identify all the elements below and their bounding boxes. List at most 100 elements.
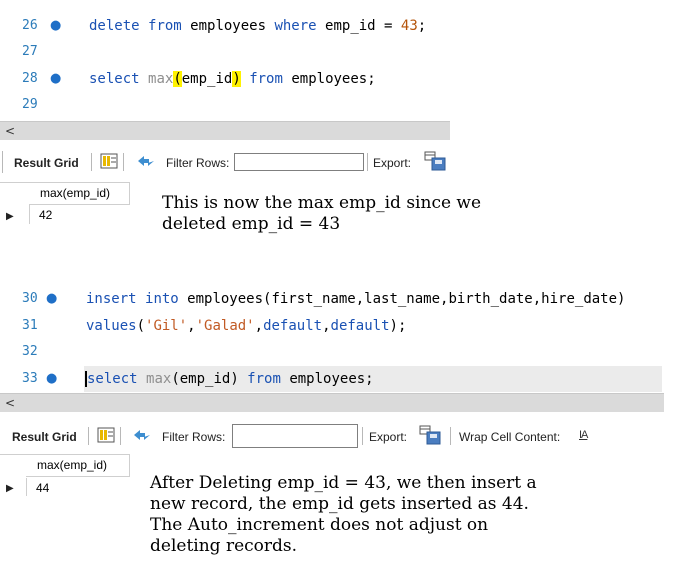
- filter-rows-input[interactable]: [232, 424, 358, 448]
- toolbar-separator: [367, 153, 368, 171]
- grid-cell-value[interactable]: 42: [29, 206, 130, 224]
- form-editor-icon[interactable]: [100, 152, 118, 173]
- toolbar-separator: [88, 427, 89, 445]
- code-token: into: [145, 291, 179, 307]
- code-token: emp_id: [181, 71, 233, 87]
- note-line: new record, the emp_id gets inserted as …: [150, 494, 529, 514]
- filter-rows-label: Filter Rows:: [162, 430, 226, 444]
- code-token: employees;: [282, 71, 376, 87]
- line-number: 26: [22, 18, 38, 33]
- line-number: 29: [22, 97, 38, 112]
- filter-rows-input[interactable]: [234, 153, 364, 171]
- filter-rows-label: Filter Rows:: [166, 156, 230, 170]
- code-token: from: [249, 71, 283, 87]
- code-token: from: [148, 18, 182, 34]
- result-grid-top: max(emp_id) ▶ 42: [0, 182, 140, 234]
- grid-divider: [29, 205, 30, 216]
- code-token: ,: [322, 318, 331, 334]
- code-token: ,: [187, 318, 196, 334]
- wrap-cell-content-label: Wrap Cell Content:: [459, 430, 561, 444]
- toolbar-separator: [91, 153, 92, 171]
- code-token: values: [86, 318, 137, 334]
- toolbar-separator: [120, 427, 121, 445]
- statement-marker-icon[interactable]: ●: [46, 370, 57, 388]
- annotation-note-2: After Deleting emp_id = 43, we then inse…: [150, 473, 670, 557]
- line-number: 33: [22, 371, 38, 386]
- code-token: );: [389, 318, 407, 334]
- code-token: 43: [400, 18, 418, 34]
- toolbar-separator: [123, 153, 124, 171]
- row-indicator-icon: ▶: [6, 483, 14, 494]
- line-number: 30: [22, 291, 38, 306]
- toolbar-separator: [450, 427, 451, 445]
- line-number: 28: [22, 71, 38, 86]
- code-token: delete: [89, 18, 140, 34]
- code-line[interactable]: delete from employees where emp_id = 43;: [89, 17, 426, 35]
- code-line[interactable]: select max(emp_id) from employees;: [85, 370, 374, 388]
- code-token: employees(first_name,last_name,birth_dat…: [178, 291, 626, 307]
- code-token: (: [173, 71, 182, 87]
- export-label: Export:: [373, 156, 412, 170]
- code-token: (: [136, 318, 146, 334]
- wrap-cell-content-icon[interactable]: IA: [579, 429, 588, 441]
- grid-cell-value[interactable]: 44: [26, 478, 130, 496]
- code-token: select: [89, 71, 140, 87]
- result-grid-tab[interactable]: Result Grid: [12, 430, 77, 444]
- code-token: 'Galad': [195, 318, 255, 334]
- code-token: select: [85, 371, 138, 387]
- code-token: default: [263, 318, 323, 334]
- toolbar-separator: [362, 427, 363, 445]
- result-grid-tab[interactable]: Result Grid: [14, 156, 79, 170]
- code-line[interactable]: select max(emp_id) from employees;: [89, 70, 376, 88]
- code-token: max: [146, 371, 172, 387]
- code-token: ;: [417, 18, 427, 34]
- note-line: After Deleting emp_id = 43, we then inse…: [150, 473, 537, 493]
- export-label: Export:: [369, 430, 408, 444]
- annotation-note-1: This is now the max emp_id since we dele…: [162, 193, 582, 235]
- export-icon[interactable]: [424, 151, 446, 174]
- sql-editor-top[interactable]: 25 26 ● delete from employees where emp_id …: [0, 0, 450, 118]
- code-line[interactable]: insert into employees(first_name,last_na…: [86, 290, 625, 308]
- statement-marker-icon[interactable]: ●: [46, 290, 57, 308]
- line-number: 25: [22, 0, 38, 6]
- code-token: where: [274, 18, 317, 34]
- code-token: ,: [254, 318, 264, 334]
- code-token: employees: [181, 18, 275, 34]
- code-token: 'Gil': [145, 318, 188, 334]
- scroll-left-icon[interactable]: <: [5, 394, 15, 412]
- line-number: 32: [22, 344, 38, 359]
- code-token: emp_id =: [316, 18, 401, 34]
- code-token: default: [330, 318, 390, 334]
- scroll-left-icon[interactable]: <: [5, 122, 15, 140]
- result-grid-bottom: max(emp_id) ▶ 44: [0, 454, 140, 504]
- refresh-icon[interactable]: [136, 153, 156, 172]
- horizontal-scrollbar-top[interactable]: <: [0, 121, 450, 140]
- note-line: deleting records.: [150, 536, 298, 556]
- code-token: insert: [86, 291, 137, 307]
- grid-column-header[interactable]: max(emp_id): [26, 454, 130, 477]
- line-number: 31: [22, 318, 38, 333]
- horizontal-scrollbar-bottom[interactable]: <: [0, 393, 664, 412]
- code-token: (emp_id): [171, 371, 248, 387]
- result-toolbar-top: Result Grid Filter Rows: Export:: [0, 144, 452, 184]
- statement-marker-icon[interactable]: ●: [50, 70, 61, 88]
- grid-column-header[interactable]: max(emp_id): [29, 182, 130, 205]
- note-line: The Auto_increment does not adjust on: [150, 515, 489, 535]
- toolbar-separator: [2, 151, 3, 173]
- sql-editor-bottom[interactable]: 30 ● insert into employees(first_name,last…: [0, 286, 664, 392]
- form-editor-icon[interactable]: [97, 426, 115, 447]
- statement-marker-icon[interactable]: ●: [50, 17, 61, 35]
- result-toolbar-bottom: Result Grid Filter Rows: Export: Wrap Ce…: [0, 420, 664, 454]
- row-indicator-icon: ▶: [6, 211, 14, 222]
- code-token: employees;: [280, 371, 374, 387]
- code-line[interactable]: values('Gil','Galad',default,default);: [86, 317, 406, 335]
- note-line: deleted emp_id = 43: [162, 214, 341, 234]
- code-token: from: [247, 371, 281, 387]
- refresh-icon[interactable]: [132, 427, 152, 446]
- export-icon[interactable]: [419, 425, 441, 448]
